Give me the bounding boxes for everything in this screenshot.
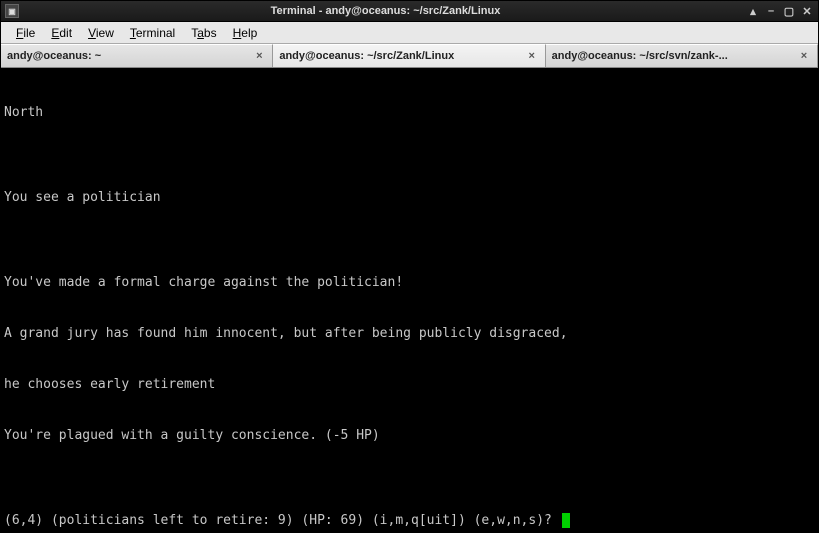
app-icon: ▣ — [5, 4, 19, 18]
terminal-window: ▣ Terminal - andy@oceanus: ~/src/Zank/Li… — [0, 0, 819, 533]
maximize-button[interactable]: ▢ — [782, 4, 796, 18]
window-controls: ▴ – ▢ ✕ — [746, 4, 814, 18]
term-line: You've made a formal charge against the … — [4, 274, 815, 291]
tab-zank-linux[interactable]: andy@oceanus: ~/src/Zank/Linux × — [273, 44, 545, 67]
tab-svn-zank[interactable]: andy@oceanus: ~/src/svn/zank-... × — [546, 44, 818, 67]
menu-terminal[interactable]: Terminal — [123, 24, 182, 42]
term-line: he chooses early retirement — [4, 376, 815, 393]
tab-label: andy@oceanus: ~ — [7, 50, 248, 62]
tabbar: andy@oceanus: ~ × andy@oceanus: ~/src/Za… — [1, 44, 818, 68]
titlebar[interactable]: ▣ Terminal - andy@oceanus: ~/src/Zank/Li… — [1, 1, 818, 22]
tab-close-icon[interactable]: × — [252, 49, 266, 63]
tab-close-icon[interactable]: × — [525, 49, 539, 63]
close-button[interactable]: ✕ — [800, 4, 814, 18]
menu-tabs[interactable]: Tabs — [184, 24, 223, 42]
term-line: You see a politician — [4, 189, 815, 206]
menu-file[interactable]: File — [9, 24, 42, 42]
window-title: Terminal - andy@oceanus: ~/src/Zank/Linu… — [25, 5, 746, 17]
menu-help[interactable]: Help — [226, 24, 265, 42]
term-line: North — [4, 104, 815, 121]
minimize-button[interactable]: – — [764, 4, 778, 18]
tab-home[interactable]: andy@oceanus: ~ × — [1, 44, 273, 67]
cursor-icon — [562, 513, 570, 528]
prompt-text: (6,4) (politicians left to retire: 9) (H… — [4, 513, 560, 528]
tab-label: andy@oceanus: ~/src/Zank/Linux — [279, 50, 520, 62]
tab-close-icon[interactable]: × — [797, 49, 811, 63]
terminal-output[interactable]: North You see a politician You've made a… — [1, 68, 818, 532]
menubar: File Edit View Terminal Tabs Help — [1, 22, 818, 44]
tab-label: andy@oceanus: ~/src/svn/zank-... — [552, 50, 793, 62]
term-prompt-line: (6,4) (politicians left to retire: 9) (H… — [4, 512, 815, 529]
menu-edit[interactable]: Edit — [44, 24, 79, 42]
shade-button[interactable]: ▴ — [746, 4, 760, 18]
menu-view[interactable]: View — [81, 24, 121, 42]
term-line: You're plagued with a guilty conscience.… — [4, 427, 815, 444]
term-line: A grand jury has found him innocent, but… — [4, 325, 815, 342]
